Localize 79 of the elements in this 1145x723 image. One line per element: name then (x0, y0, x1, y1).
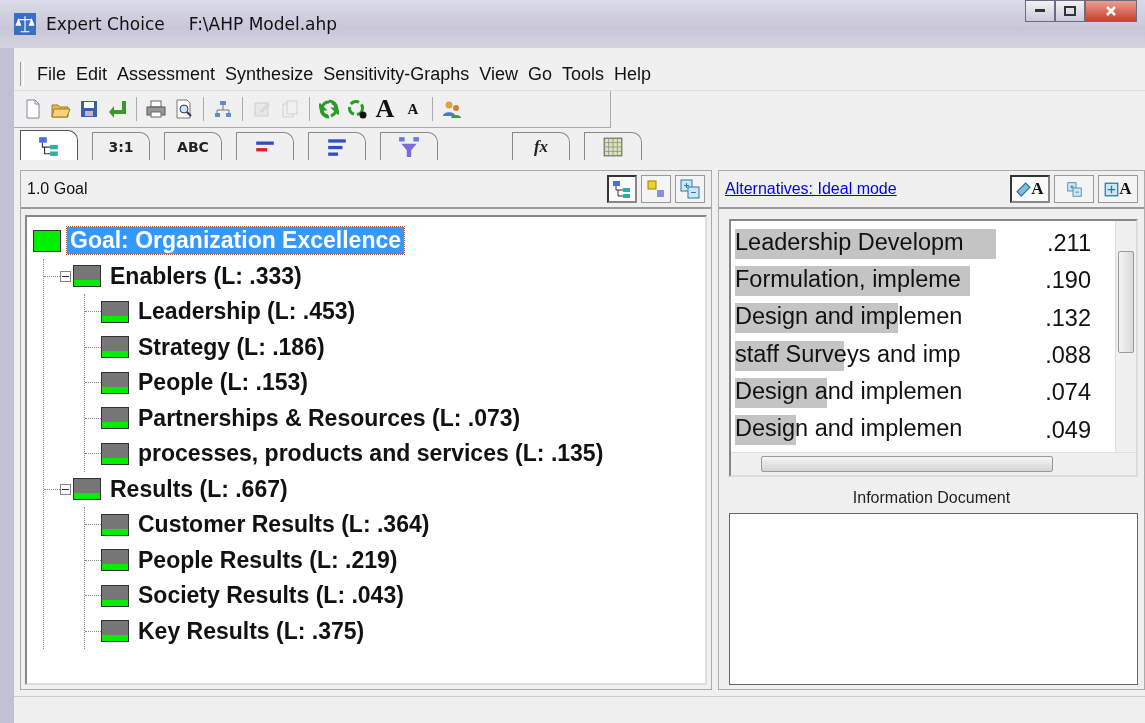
priority-icon (101, 407, 129, 430)
menu-item[interactable]: Tools (556, 63, 609, 85)
priority-value: .211 (1046, 230, 1091, 258)
plus-minus-view-button[interactable] (675, 175, 705, 203)
view-tab[interactable]: ABC (164, 132, 222, 160)
font-edit-button[interactable]: A (1010, 175, 1050, 203)
priority-icon (73, 478, 101, 501)
priority-icon (101, 371, 129, 394)
vertical-scrollbar[interactable] (1115, 221, 1136, 452)
priority-icon (101, 300, 129, 323)
plus-minus-icon (1066, 181, 1082, 197)
view-tab[interactable] (380, 132, 438, 160)
view-tab[interactable] (236, 132, 294, 160)
tree-node[interactable]: Partnerships & Resources (L: .073) (135, 404, 524, 432)
tree-node[interactable]: Society Results (L: .043) (135, 582, 407, 610)
close-icon (1105, 5, 1117, 17)
tree-view-button[interactable] (607, 175, 637, 203)
collapse-toggle[interactable] (60, 483, 71, 495)
horizontal-scrollbar[interactable] (731, 452, 1136, 475)
close-button[interactable] (1085, 0, 1137, 22)
menu-item[interactable]: View (474, 63, 523, 85)
priority-value: .132 (1044, 304, 1091, 332)
minimize-button[interactable] (1025, 0, 1055, 22)
menu-item[interactable]: Edit (71, 63, 113, 85)
tree-node[interactable]: Customer Results (L: .364) (135, 511, 433, 539)
tree-node[interactable]: Strategy (L: .186) (135, 333, 328, 361)
menu-item[interactable]: Assessment (112, 63, 221, 85)
tree-node[interactable]: People Results (L: .219) (135, 546, 401, 574)
priority-icon (33, 229, 61, 252)
scale-icon (14, 13, 36, 35)
font-size-button[interactable]: A (400, 96, 426, 122)
priority-icon (101, 442, 129, 465)
priority-icon (101, 513, 129, 536)
view-tab[interactable]: 3:1 (92, 132, 150, 160)
maximize-icon (1064, 6, 1076, 16)
priority-icon (101, 336, 129, 359)
view-tab[interactable] (20, 130, 78, 160)
view-tab[interactable] (584, 132, 642, 160)
tree-icon (612, 179, 632, 199)
menu-item[interactable]: Help (608, 63, 656, 85)
plus-minus-icon (680, 179, 700, 199)
information-document-field[interactable] (729, 513, 1138, 685)
grid-icon (602, 135, 624, 158)
priority-icon (73, 265, 101, 288)
priority-icon (101, 549, 129, 572)
tree-node[interactable]: People (L: .153) (135, 369, 311, 397)
tree-icon (38, 134, 60, 157)
minimize-icon (1035, 9, 1045, 13)
plus-box-icon (1104, 181, 1120, 197)
priority-value: .074 (1044, 379, 1091, 407)
add-font-button[interactable]: A (1098, 175, 1138, 203)
nodes-view-button[interactable] (641, 175, 671, 203)
priority-value: .088 (1044, 342, 1091, 370)
view-tab[interactable]: fx (512, 132, 570, 160)
menu-item[interactable]: Sensitivity-Graphs (318, 63, 475, 85)
funnel-icon (398, 135, 420, 158)
menu-item[interactable]: Go (522, 63, 557, 85)
priority-value: .049 (1044, 416, 1091, 444)
plus-minus-button[interactable] (1054, 175, 1094, 203)
info-label: Information Document (851, 489, 1012, 507)
priority-icon (101, 620, 129, 643)
menu-item[interactable]: File (32, 63, 71, 85)
maximize-button[interactable] (1055, 0, 1085, 22)
tree-node[interactable]: Results (L: .667) (107, 475, 291, 503)
nodes-icon (646, 179, 666, 199)
tree-node[interactable]: Enablers (L: .333) (107, 262, 305, 290)
file-path: F:\AHP Model.ahp (188, 14, 338, 34)
collapse-toggle[interactable] (60, 270, 71, 282)
view-tab[interactable] (308, 132, 366, 160)
priority-value: .190 (1044, 267, 1091, 295)
tree-node[interactable]: Key Results (L: .375) (135, 617, 368, 645)
menu-item[interactable]: Synthesize (220, 63, 319, 85)
tree-node[interactable]: processes, products and services (L: .135) (135, 440, 607, 468)
app-title: Expert Choice (46, 14, 165, 34)
tree-node[interactable]: Leadership (L: .453) (135, 298, 359, 326)
node-path: 1.0 Goal (27, 180, 88, 198)
priority-icon (101, 584, 129, 607)
font-size-button[interactable]: A (372, 96, 398, 122)
mode-link[interactable]: Alternatives: Ideal mode (725, 180, 897, 198)
